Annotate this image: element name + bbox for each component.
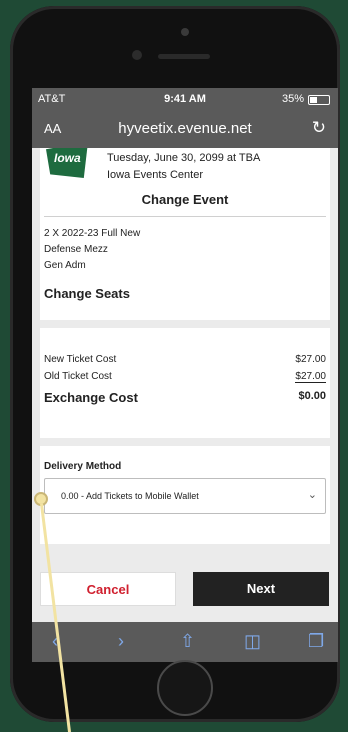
event-date: Tuesday, June 30, 2099 at TBA: [107, 152, 261, 164]
event-venue: Iowa Events Center: [107, 169, 203, 181]
seat-line: Defense Mezz: [44, 244, 108, 255]
tabs-icon[interactable]: ❐: [308, 631, 324, 652]
divider: [44, 216, 326, 217]
seat-line: Gen Adm: [44, 260, 86, 271]
change-seats-link[interactable]: Change Seats: [44, 286, 130, 301]
seat-line: 2 X 2022-23 Full New: [44, 228, 141, 239]
chevron-down-icon: ⌄: [307, 489, 317, 501]
share-icon[interactable]: ⇧: [180, 631, 195, 652]
front-camera: [132, 50, 142, 60]
browser-toolbar: ‹ › ⇧ ◫ ❐: [32, 622, 338, 662]
status-bar: AT&T 9:41 AM 35%: [32, 88, 338, 110]
delivery-method-label: Delivery Method: [44, 461, 122, 472]
sensor-dot: [181, 28, 189, 36]
new-ticket-cost-value: $27.00: [295, 354, 326, 365]
reload-icon[interactable]: ↻: [312, 118, 326, 138]
old-ticket-cost-label: Old Ticket Cost: [44, 371, 112, 382]
cost-summary-card: New Ticket Cost $27.00 Old Ticket Cost $…: [40, 328, 330, 438]
team-logo: Iowa: [46, 148, 88, 178]
team-logo-text: Iowa: [54, 151, 81, 165]
bookmarks-icon[interactable]: ◫: [244, 631, 261, 652]
next-button[interactable]: Next: [193, 572, 329, 606]
url-domain[interactable]: hyveetix.evenue.net: [32, 120, 338, 137]
event-card: Iowa Tuesday, June 30, 2099 at TBA Iowa …: [40, 148, 330, 320]
forward-icon[interactable]: ›: [118, 631, 124, 652]
new-ticket-cost-label: New Ticket Cost: [44, 354, 117, 365]
battery-percent: 35%: [281, 93, 304, 105]
change-event-link[interactable]: Change Event: [40, 192, 330, 207]
exchange-cost-value: $0.00: [298, 390, 326, 402]
battery-icon: [308, 95, 330, 105]
delivery-method-value: 0.00 - Add Tickets to Mobile Wallet: [61, 491, 199, 501]
exchange-cost-label: Exchange Cost: [44, 390, 138, 405]
cancel-button[interactable]: Cancel: [40, 572, 176, 606]
phone-frame: AT&T 9:41 AM 35% AA hyveetix.evenue.net …: [10, 6, 340, 722]
delivery-method-select[interactable]: 0.00 - Add Tickets to Mobile Wallet ⌄: [44, 478, 326, 514]
phone-screen: AT&T 9:41 AM 35% AA hyveetix.evenue.net …: [32, 88, 338, 662]
old-ticket-cost-value: $27.00: [295, 371, 326, 383]
earpiece-speaker: [158, 54, 210, 59]
page-content: Iowa Tuesday, June 30, 2099 at TBA Iowa …: [32, 148, 338, 622]
browser-url-bar[interactable]: AA hyveetix.evenue.net ↻: [32, 110, 338, 148]
home-button[interactable]: [157, 660, 213, 716]
delivery-card: Delivery Method 0.00 - Add Tickets to Mo…: [40, 446, 330, 544]
